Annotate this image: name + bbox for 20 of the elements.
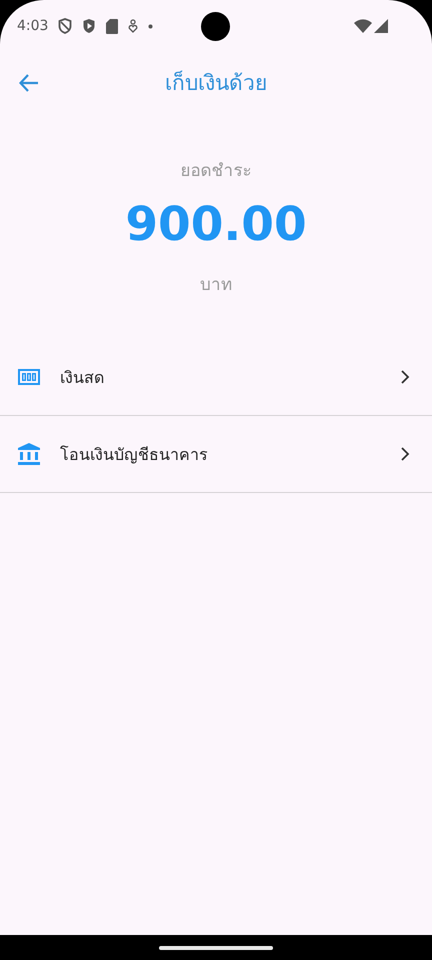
amount-label: ยอดชำระ xyxy=(180,160,252,183)
bank-icon xyxy=(18,443,40,465)
wifi-icon xyxy=(354,19,372,33)
payment-option[interactable]: โอนเงินบัญชีธนาคาร xyxy=(0,416,432,493)
home-indicator[interactable] xyxy=(159,946,273,950)
amount-value: 900.00 xyxy=(125,197,307,252)
signal-icon xyxy=(374,19,388,33)
payment-option[interactable]: เงินสด xyxy=(0,339,432,416)
shield-icon xyxy=(58,18,72,34)
camera-cutout xyxy=(201,12,230,41)
play-shield-icon xyxy=(82,18,96,34)
sd-card-icon xyxy=(106,18,118,34)
person-heart-icon xyxy=(128,19,138,33)
currency-unit: บาท xyxy=(200,274,232,297)
dot-icon xyxy=(148,24,154,28)
screen-title: เก็บเงินด้วย xyxy=(165,70,267,96)
chevron-icon xyxy=(401,447,410,461)
chevron-icon xyxy=(401,370,410,384)
status-time: 4:03 xyxy=(17,18,48,34)
cash-icon xyxy=(18,369,40,385)
